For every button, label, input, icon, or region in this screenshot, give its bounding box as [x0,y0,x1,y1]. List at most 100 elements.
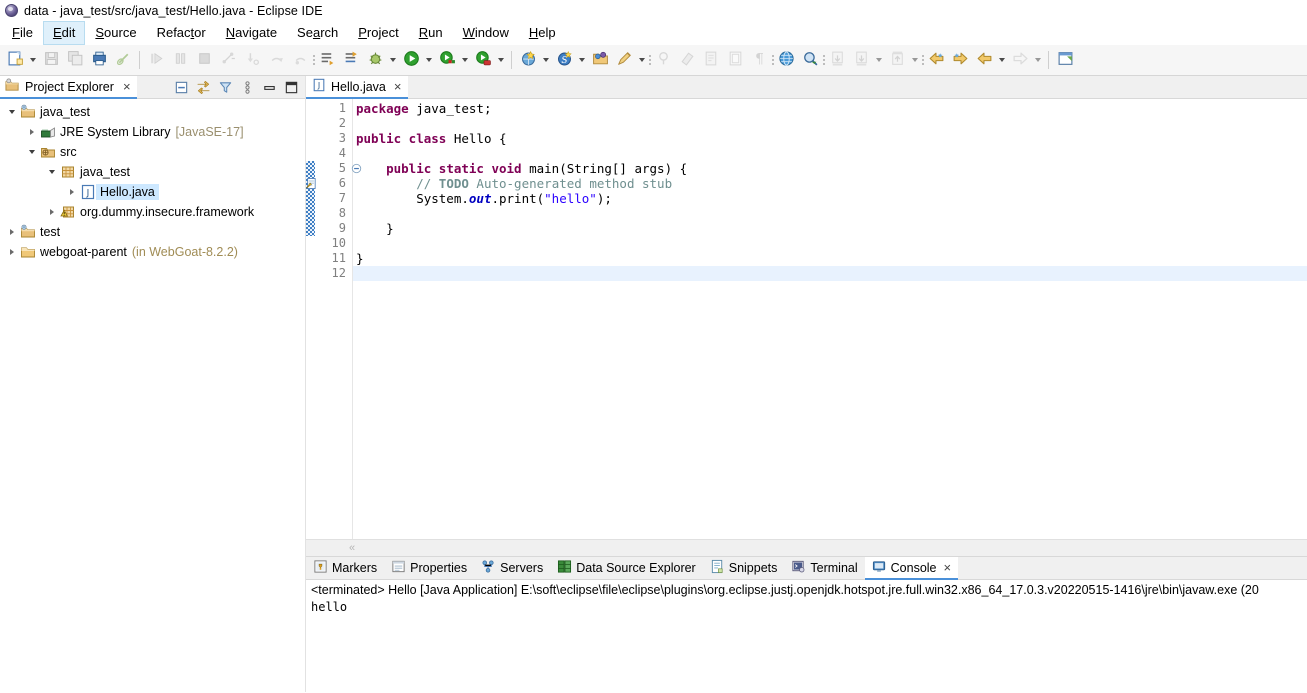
tree-item-java-test[interactable]: java_test [0,102,305,122]
run-dropdown-arrow-icon[interactable] [423,48,435,72]
tab-servers[interactable]: Servers [474,557,551,580]
code-line[interactable]: public class Hello { [353,131,1307,146]
console-view[interactable]: <terminated> Hello [Java Application] E:… [306,580,1307,693]
twisty-collapsed-icon[interactable] [5,222,19,242]
link-with-editor-icon[interactable] [193,77,213,97]
menu-window[interactable]: Window [453,21,519,45]
coverage-dropdown-arrow-icon[interactable] [459,48,471,72]
collapse-all-icon[interactable] [171,77,191,97]
tree-item-src[interactable]: src [0,142,305,162]
editor-horizontal-scrollbar[interactable]: « [306,539,1307,556]
upload-button[interactable] [885,48,909,72]
download-2-button[interactable] [849,48,873,72]
menu-source[interactable]: Source [85,21,146,45]
new-file-wizard-button[interactable] [699,48,723,72]
open-task-button[interactable] [612,48,636,72]
twisty-expanded-icon[interactable] [25,142,39,162]
code-line[interactable]: // TODO Auto-generated method stub [353,176,1307,191]
eraser-button[interactable] [675,48,699,72]
new-wizard-dropdown-arrow-icon[interactable] [27,48,39,72]
minimize-icon[interactable] [259,77,279,97]
save-all-button[interactable] [63,48,87,72]
back-dropdown-arrow-icon[interactable] [996,48,1008,72]
tab-console[interactable]: Console × [864,557,959,580]
open-type-button[interactable] [588,48,612,72]
tab-snippets[interactable]: Snippets [702,557,785,580]
tab-terminal[interactable]: Terminal [784,557,865,580]
menu-run[interactable]: Run [409,21,453,45]
close-icon[interactable]: × [944,561,952,574]
tab-hello-java[interactable]: J Hello.java × [306,76,409,99]
code-line[interactable] [353,206,1307,221]
forward-dropdown-arrow-icon[interactable] [1032,48,1044,72]
tab-project-explorer[interactable]: Project Explorer × [0,76,137,99]
tab-properties[interactable]: Properties [384,557,475,580]
menu-navigate[interactable]: Navigate [216,21,287,45]
terminate-button[interactable] [192,48,216,72]
menu-search[interactable]: Search [287,21,348,45]
toggle-block-selection-button[interactable] [723,48,747,72]
disconnect-button[interactable] [216,48,240,72]
quick-access-toggle-button[interactable] [111,48,135,72]
close-icon[interactable]: × [123,80,131,93]
upload-dropdown-arrow-icon[interactable] [909,48,921,72]
download-1-button[interactable] [825,48,849,72]
close-icon[interactable]: × [394,80,402,93]
step-return-button[interactable] [288,48,312,72]
code-line[interactable]: } [353,221,1307,236]
menu-file[interactable]: File [2,21,43,45]
menu-refactor[interactable]: Refactor [147,21,216,45]
code-line[interactable]: System.out.print("hello"); [353,191,1307,206]
scroll-track[interactable]: « [343,540,1307,556]
run-external-tools-button[interactable] [471,48,495,72]
code-line[interactable] [353,116,1307,131]
open-task-dropdown-arrow-icon[interactable] [636,48,648,72]
code-line[interactable]: package java_test; [353,101,1307,116]
source-code[interactable]: package java_test; public class Hello { … [353,99,1307,539]
view-menu-icon[interactable] [237,77,257,97]
twisty-collapsed-icon[interactable] [45,202,59,222]
tab-data-source-explorer[interactable]: Data Source Explorer [550,557,703,580]
code-editor[interactable]: 1 2 3 4 5 6 7 8 9 10 11 12 package java_test; publi… [306,99,1307,556]
download-2-dropdown-arrow-icon[interactable] [873,48,885,72]
open-perspective-button[interactable] [1053,48,1077,72]
scroll-left-icon[interactable]: « [349,542,355,554]
new-java-project-dropdown-arrow-icon[interactable] [540,48,552,72]
forward-button[interactable] [1008,48,1032,72]
tree-item-hello-java[interactable]: J Hello.java [0,182,305,202]
new-java-project-button[interactable] [516,48,540,72]
resume-button[interactable] [144,48,168,72]
previous-annotation-button[interactable] [339,48,363,72]
search-dialog-button[interactable] [798,48,822,72]
twisty-expanded-icon[interactable] [45,162,59,182]
new-marker-button[interactable] [651,48,675,72]
debug-button[interactable] [363,48,387,72]
show-whitespace-button[interactable]: ¶ [747,48,771,72]
back-button[interactable] [972,48,996,72]
debug-dropdown-arrow-icon[interactable] [387,48,399,72]
coverage-button[interactable] [435,48,459,72]
menu-edit[interactable]: Edit [42,21,86,45]
run-external-tools-dropdown-arrow-icon[interactable] [495,48,507,72]
tree-item-test[interactable]: test [0,222,305,242]
tree-item-jre-system-library[interactable]: JRE System Library [JavaSE-17] [0,122,305,142]
filter-icon[interactable] [215,77,235,97]
next-edit-location-button[interactable] [948,48,972,72]
step-into-button[interactable] [240,48,264,72]
save-button[interactable] [39,48,63,72]
run-button[interactable] [399,48,423,72]
code-line[interactable]: } [353,251,1307,266]
tree-item-org-dummy-insecure-framework[interactable]: org.dummy.insecure.framework [0,202,305,222]
suspend-button[interactable] [168,48,192,72]
code-line[interactable]: public static void main(String[] args) { [353,161,1307,176]
new-package-button[interactable]: S [552,48,576,72]
tab-markers[interactable]: Markers [306,557,385,580]
new-wizard-button[interactable] [3,48,27,72]
todo-task-marker-icon[interactable] [306,177,316,190]
step-over-button[interactable] [264,48,288,72]
previous-edit-location-button[interactable] [924,48,948,72]
code-line[interactable] [353,266,1307,281]
menu-project[interactable]: Project [348,21,408,45]
tree-item-java-test[interactable]: java_test [0,162,305,182]
menu-help[interactable]: Help [519,21,566,45]
